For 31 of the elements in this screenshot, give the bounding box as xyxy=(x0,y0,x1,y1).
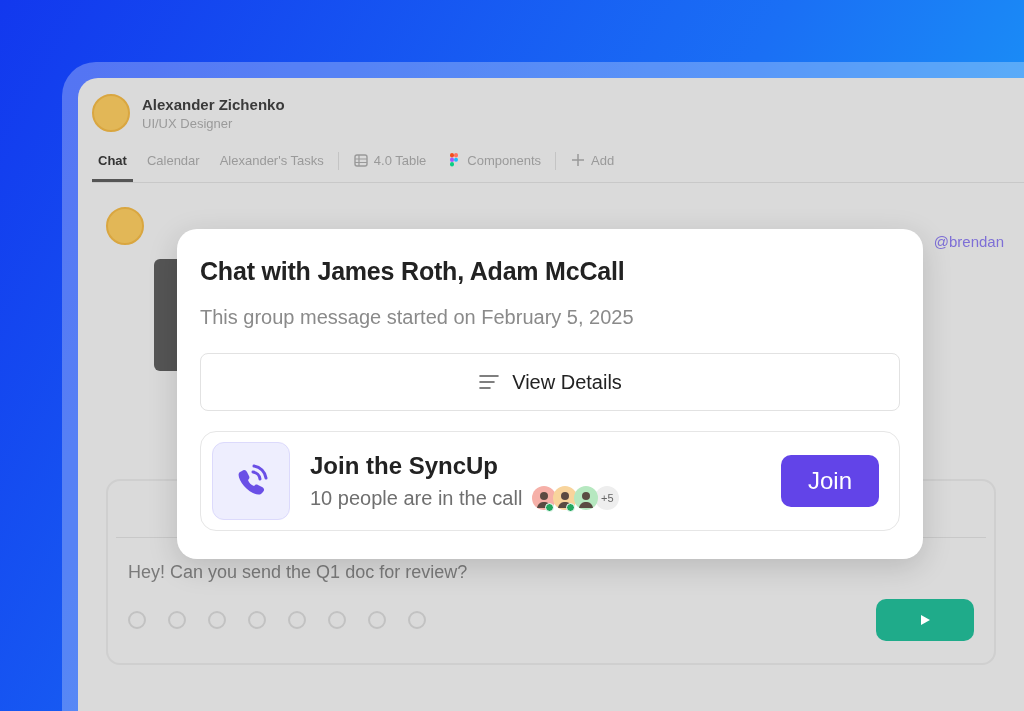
more-count: +5 xyxy=(595,486,620,510)
call-subtitle: 10 people are in the call xyxy=(310,486,523,510)
call-title: Join the SyncUp xyxy=(310,452,500,480)
avatar xyxy=(106,207,144,245)
user-name: Alexander Zichenko xyxy=(142,95,285,113)
plus-icon xyxy=(570,152,587,168)
toolbar-icon[interactable] xyxy=(288,611,306,629)
toolbar-icon[interactable] xyxy=(128,611,146,629)
dialog-title: Chat with James Roth, Adam McCall xyxy=(200,257,626,286)
tab[interactable]: Calendar xyxy=(140,146,206,182)
toolbar-icon[interactable] xyxy=(328,611,346,629)
toolbar-icon[interactable] xyxy=(408,611,426,629)
user-role: UI/UX Designer xyxy=(142,115,234,131)
toolbar-icon[interactable] xyxy=(168,611,186,629)
add-button[interactable]: Add xyxy=(564,146,621,182)
toolbar-icon[interactable] xyxy=(368,611,386,629)
lines-icon xyxy=(478,373,501,391)
join-button[interactable]: Join xyxy=(781,455,879,507)
avatar xyxy=(92,94,130,132)
mention-link[interactable]: @brendan xyxy=(933,233,1004,250)
view-details-button[interactable]: View Details xyxy=(200,353,900,411)
table-icon xyxy=(352,152,369,168)
tab[interactable]: Chat xyxy=(92,146,133,182)
toolbar-icon[interactable] xyxy=(208,611,226,629)
send-button[interactable] xyxy=(876,599,974,641)
view-tab[interactable]: 4.0 Table xyxy=(346,146,433,182)
dialog-subtitle: This group message started on February 5, 2025 xyxy=(200,306,635,329)
toolbar-icon[interactable] xyxy=(248,611,266,629)
view-tab[interactable]: Components xyxy=(440,146,548,182)
tab[interactable]: Alexander's Tasks xyxy=(213,146,330,182)
phone-icon xyxy=(212,442,290,520)
